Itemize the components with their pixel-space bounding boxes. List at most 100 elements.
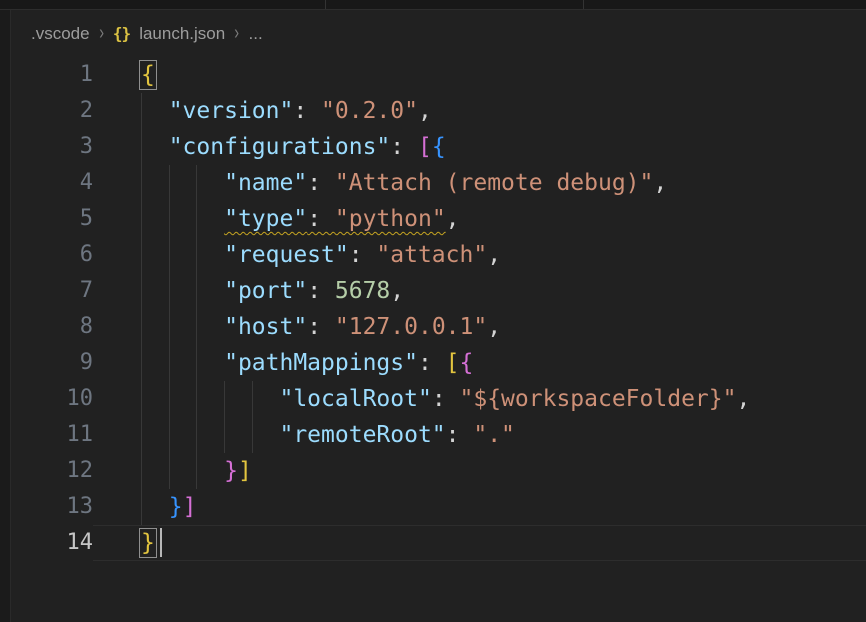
line-number[interactable]: 12: [12, 453, 93, 489]
code-editor[interactable]: 1{2 "version": "0.2.0",3 "configurations…: [12, 57, 866, 622]
code-token: }: [224, 458, 238, 484]
indent-guide: [169, 453, 170, 489]
indent-guide: [169, 381, 170, 417]
code-line[interactable]: 2 "version": "0.2.0",: [12, 93, 866, 129]
code-token: "version": [169, 98, 294, 124]
line-number[interactable]: 4: [12, 165, 93, 201]
indent-guide: [224, 381, 225, 417]
code-line-content[interactable]: "host": "127.0.0.1",: [93, 309, 866, 345]
breadcrumb-folder[interactable]: .vscode: [31, 24, 90, 44]
code-line[interactable]: 11 "remoteRoot": ".": [12, 417, 866, 453]
indent-guide: [196, 165, 197, 201]
indent-guide: [196, 381, 197, 417]
matched-bracket: {: [141, 62, 155, 88]
code-line[interactable]: 1{: [12, 57, 866, 93]
line-number[interactable]: 3: [12, 129, 93, 165]
code-token: :: [432, 386, 460, 412]
line-number[interactable]: 2: [12, 93, 93, 129]
code-token: "name": [224, 170, 307, 196]
breadcrumb-file[interactable]: launch.json: [139, 24, 225, 44]
indent-whitespace: [141, 278, 224, 304]
indent-guide: [169, 165, 170, 201]
code-token: :: [293, 98, 321, 124]
code-token: :: [418, 350, 446, 376]
code-token: "${workspaceFolder}": [460, 386, 737, 412]
code-line-content[interactable]: {: [93, 57, 866, 93]
indent-guide: [141, 129, 142, 165]
breadcrumb-symbol[interactable]: ...: [249, 24, 263, 44]
code-line[interactable]: 6 "request": "attach",: [12, 237, 866, 273]
line-number[interactable]: 1: [12, 57, 93, 93]
code-token: 5678: [335, 278, 390, 304]
line-number[interactable]: 5: [12, 201, 93, 237]
code-line[interactable]: 5 "type": "python",: [12, 201, 866, 237]
code-line-content[interactable]: "remoteRoot": ".": [93, 417, 866, 453]
code-token: :: [307, 314, 335, 340]
code-line[interactable]: 9 "pathMappings": [{: [12, 345, 866, 381]
code-line-content[interactable]: }]: [93, 489, 866, 525]
code-token: ,: [390, 278, 404, 304]
indent-guide: [169, 273, 170, 309]
code-token: ,: [487, 242, 501, 268]
line-number[interactable]: 8: [12, 309, 93, 345]
indent-guide: [141, 237, 142, 273]
indent-whitespace: [141, 170, 224, 196]
line-number[interactable]: 7: [12, 273, 93, 309]
code-line-content[interactable]: "port": 5678,: [93, 273, 866, 309]
code-line[interactable]: 8 "host": "127.0.0.1",: [12, 309, 866, 345]
indent-guide: [141, 345, 142, 381]
code-token: :: [349, 242, 377, 268]
code-line-content[interactable]: "configurations": [{: [93, 129, 866, 165]
line-number[interactable]: 6: [12, 237, 93, 273]
code-line-content[interactable]: "version": "0.2.0",: [93, 93, 866, 129]
code-line[interactable]: 13 }]: [12, 489, 866, 525]
code-line-content[interactable]: "pathMappings": [{: [93, 345, 866, 381]
code-token: :: [390, 134, 418, 160]
indent-guide: [141, 453, 142, 489]
code-line[interactable]: 14}: [12, 525, 866, 561]
code-line-content[interactable]: }]: [93, 453, 866, 489]
indent-guide: [141, 417, 142, 453]
indent-guide: [196, 417, 197, 453]
line-number[interactable]: 13: [12, 489, 93, 525]
indent-guide: [141, 489, 142, 525]
code-token: [: [446, 350, 460, 376]
indent-guide: [196, 309, 197, 345]
code-token: "configurations": [169, 134, 391, 160]
code-line[interactable]: 3 "configurations": [{: [12, 129, 866, 165]
code-line[interactable]: 12 }]: [12, 453, 866, 489]
code-line-content[interactable]: "request": "attach",: [93, 237, 866, 273]
indent-whitespace: [141, 134, 169, 160]
code-token: "request": [224, 242, 349, 268]
line-number[interactable]: 9: [12, 345, 93, 381]
code-line-content[interactable]: }: [93, 525, 866, 561]
code-line[interactable]: 10 "localRoot": "${workspaceFolder}",: [12, 381, 866, 417]
tab-separator: [583, 0, 584, 9]
code-line-content[interactable]: "type": "python",: [93, 201, 866, 237]
code-line[interactable]: 4 "name": "Attach (remote debug)",: [12, 165, 866, 201]
indent-guide: [169, 417, 170, 453]
line-number[interactable]: 11: [12, 417, 93, 453]
line-number[interactable]: 14: [12, 525, 93, 561]
code-token: ]: [183, 494, 197, 520]
code-token: ".": [473, 422, 515, 448]
code-token: "localRoot": [279, 386, 431, 412]
line-number[interactable]: 10: [12, 381, 93, 417]
vscode-window: .vscode › {} launch.json › ... 1{2 "vers…: [0, 0, 866, 622]
code-token: ,: [653, 170, 667, 196]
code-line-content[interactable]: "localRoot": "${workspaceFolder}",: [93, 381, 866, 417]
json-braces-icon: {}: [113, 24, 130, 43]
matched-bracket: }: [141, 530, 155, 556]
indent-guide: [224, 417, 225, 453]
indent-guide: [169, 309, 170, 345]
indent-guide: [169, 201, 170, 237]
code-token: ]: [238, 458, 252, 484]
indent-guide: [169, 345, 170, 381]
code-line-content[interactable]: "name": "Attach (remote debug)",: [93, 165, 866, 201]
code-token: :: [307, 278, 335, 304]
indent-guide: [141, 381, 142, 417]
indent-guide: [196, 273, 197, 309]
code-line[interactable]: 7 "port": 5678,: [12, 273, 866, 309]
code-token: :: [307, 206, 335, 232]
code-token: :: [446, 422, 474, 448]
